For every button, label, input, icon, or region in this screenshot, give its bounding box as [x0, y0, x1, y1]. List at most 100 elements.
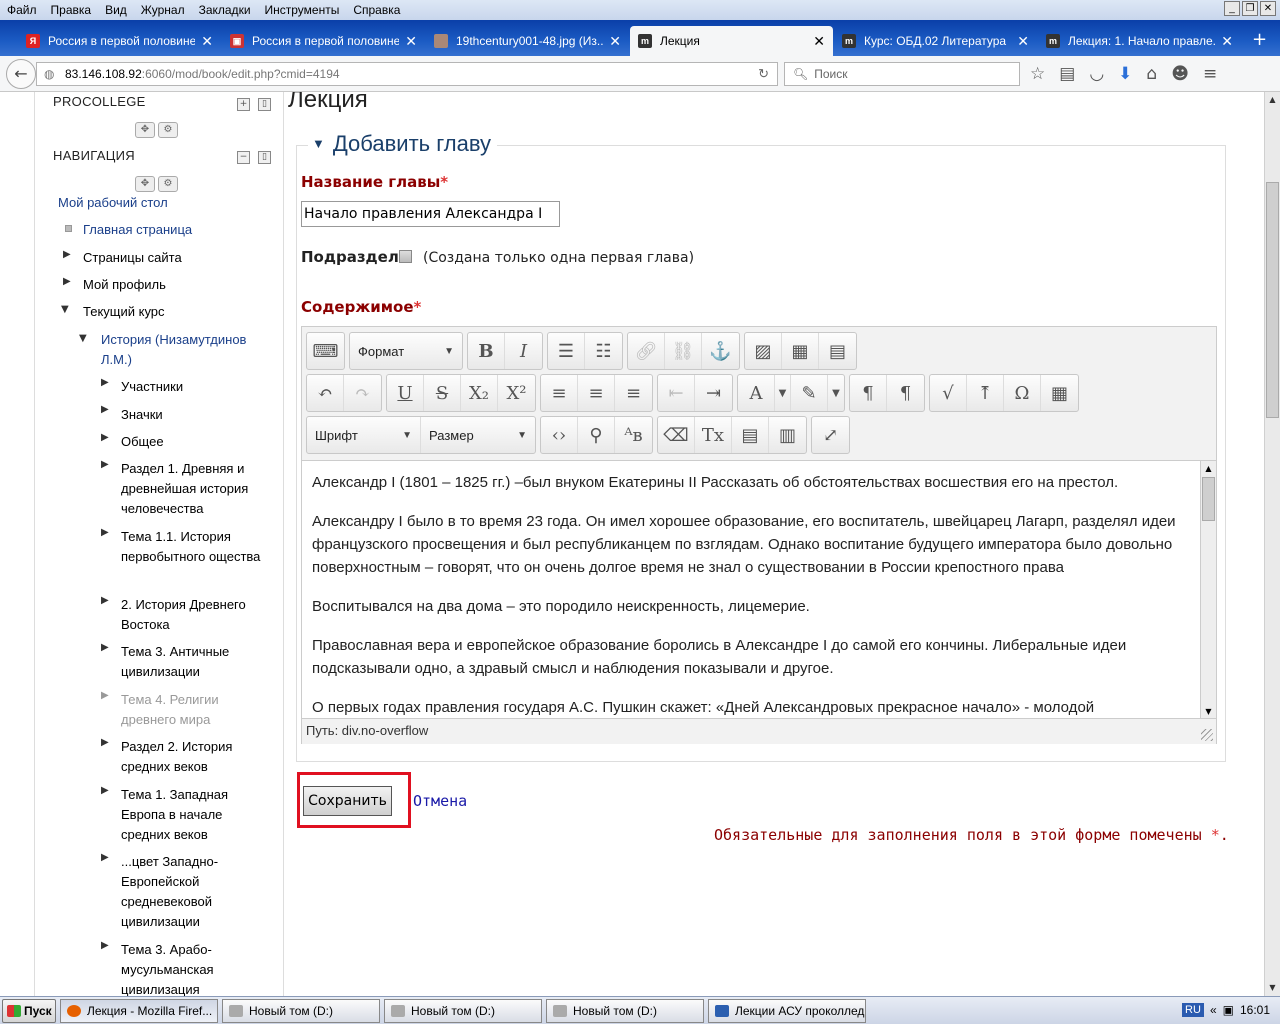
expand-triangle-icon[interactable]: ▶ [101, 377, 109, 388]
nav-item-topic-1-1[interactable]: Тема 1.1. История первобытного ощества [121, 527, 271, 567]
taskbar-item-word[interactable]: Лекции АСУ проколлед... [708, 998, 866, 1023]
editor-scrollbar[interactable]: ▲ ▼ [1200, 461, 1216, 718]
bookmark-star-icon[interactable]: ☆ [1030, 64, 1045, 84]
omega-icon[interactable]: Ω [1004, 375, 1041, 411]
font-select[interactable]: Шрифт ▼ [307, 417, 421, 453]
network-icon[interactable]: ▣ [1223, 1003, 1234, 1017]
expand-triangle-icon[interactable]: ▶ [101, 459, 109, 470]
replace-icon[interactable]: ᴬʙ [615, 417, 652, 453]
unlink-icon[interactable]: ⛓ [665, 333, 702, 369]
tray-expand-icon[interactable]: « [1210, 1003, 1217, 1017]
home-icon[interactable]: ⌂ [1146, 64, 1157, 84]
cancel-link[interactable]: Отмена [413, 792, 467, 810]
tab-image[interactable]: 19thcentury001-48.jpg (Из... ✕ [426, 26, 629, 56]
superscript-icon[interactable]: X² [498, 375, 535, 411]
taskbar-item-folder-3[interactable]: Новый том (D:) [546, 998, 704, 1023]
gear-icon[interactable]: ⚙ [158, 122, 178, 138]
scroll-thumb[interactable] [1266, 182, 1279, 418]
font-color-icon[interactable]: A [738, 375, 775, 411]
nav-item-topic-medieval[interactable]: ...цвет Западно-Европейской средневеково… [121, 852, 261, 932]
table-icon[interactable]: ▦ [1041, 375, 1078, 411]
media-icon[interactable]: ▦ [782, 333, 819, 369]
editor-text[interactable]: Александр I (1801 – 1825 гг.) –был внуко… [312, 471, 1192, 718]
start-button[interactable]: Пуск [2, 998, 56, 1023]
rtl-icon[interactable]: ¶ [887, 375, 924, 411]
background-color-icon[interactable]: ✎ [791, 375, 828, 411]
toolbar-toggle-icon[interactable]: ⌨ [307, 333, 344, 369]
expand-triangle-icon[interactable]: ▶ [101, 852, 109, 863]
nav-item-section-2[interactable]: Раздел 2. История средних веков [121, 737, 271, 777]
nav-item-general[interactable]: Общее [121, 432, 164, 452]
section-legend[interactable]: ▼ Добавить главу [308, 131, 498, 157]
tab-lecture[interactable]: m Лекция ✕ [630, 26, 833, 56]
nav-item-site-pages[interactable]: Страницы сайта [83, 248, 182, 268]
menu-file[interactable]: Файл [0, 3, 44, 17]
new-tab-icon[interactable]: + [1242, 29, 1277, 56]
move-icon[interactable]: ✥ [135, 122, 155, 138]
restore-button[interactable]: ❐ [1242, 1, 1258, 16]
scroll-down-icon[interactable]: ▼ [1265, 980, 1280, 996]
image-icon[interactable]: ▨ [745, 333, 782, 369]
gear-icon[interactable]: ⚙ [158, 176, 178, 192]
close-tab-icon[interactable]: ✕ [813, 33, 825, 50]
bullet-list-icon[interactable]: ☰ [548, 333, 585, 369]
menu-tools[interactable]: Инструменты [258, 3, 347, 17]
save-button[interactable]: Сохранить [303, 786, 392, 816]
reload-icon[interactable]: ↻ [758, 66, 769, 82]
nav-item-badges[interactable]: Значки [121, 405, 163, 425]
move-icon[interactable]: ✥ [135, 176, 155, 192]
pocket-icon[interactable]: ◡ [1089, 64, 1104, 84]
file-manager-icon[interactable]: ▤ [819, 333, 856, 369]
collapse-icon[interactable]: − [237, 151, 250, 164]
scroll-down-icon[interactable]: ▼ [1201, 704, 1216, 718]
menu-edit[interactable]: Правка [44, 3, 99, 17]
paste-text-icon[interactable]: ▤ [732, 417, 769, 453]
expand-triangle-icon[interactable]: ▶ [101, 737, 109, 748]
align-right-icon[interactable]: ≡ [615, 375, 652, 411]
nav-item-topic-west-europe[interactable]: Тема 1. Западная Европа в начале средних… [121, 785, 261, 845]
expand-triangle-icon[interactable]: ▶ [63, 249, 71, 260]
size-select[interactable]: Размер ▼ [421, 417, 535, 453]
expand-triangle-icon[interactable]: ▶ [101, 642, 109, 653]
indent-icon[interactable]: ⇥ [695, 375, 732, 411]
dock-icon[interactable]: ▯ [258, 151, 271, 164]
close-tab-icon[interactable]: ✕ [1221, 33, 1233, 50]
menu-bookmarks[interactable]: Закладки [192, 3, 258, 17]
close-tab-icon[interactable]: ✕ [1017, 33, 1029, 50]
clear-format-icon[interactable]: Tx [695, 417, 732, 453]
expand-triangle-icon[interactable]: ▶ [101, 690, 109, 701]
reading-list-icon[interactable]: ▤ [1059, 64, 1075, 84]
chevron-down-icon[interactable]: ▼ [775, 375, 791, 411]
tab-lecture-chapter[interactable]: m Лекция: 1. Начало правле... ✕ [1038, 26, 1241, 56]
italic-icon[interactable]: I [505, 333, 542, 369]
nav-item-topic-3[interactable]: Тема 3. Античные цивилизации [121, 642, 271, 682]
fullscreen-icon[interactable]: ⤢ [812, 417, 849, 453]
close-tab-icon[interactable]: ✕ [201, 33, 213, 50]
format-select[interactable]: Формат ▼ [350, 333, 462, 369]
bold-icon[interactable]: B [468, 333, 505, 369]
expand-triangle-icon[interactable]: ▶ [101, 785, 109, 796]
equation-icon[interactable]: √ [930, 375, 967, 411]
taskbar-item-folder-2[interactable]: Новый том (D:) [384, 998, 542, 1023]
hamburger-menu-icon[interactable]: ≡ [1203, 64, 1217, 84]
undo-icon[interactable]: ↶ [307, 375, 344, 411]
tab-course[interactable]: m Курс: ОБД.02 Литература ✕ [834, 26, 1037, 56]
nav-item-current-course[interactable]: Текущий курс [83, 302, 165, 322]
nav-item-topic-4[interactable]: Тема 4. Религии древнего мира [121, 690, 271, 730]
nav-item-section-1[interactable]: Раздел 1. Древняя и древнейшая история ч… [121, 459, 271, 519]
minimize-button[interactable]: _ [1224, 1, 1240, 16]
nav-item-course-history[interactable]: История (Низамутдинов Л.М.) [101, 330, 267, 370]
language-indicator[interactable]: RU [1182, 1003, 1204, 1017]
taskbar-item-firefox[interactable]: Лекция - Mozilla Firef... [60, 998, 218, 1023]
scroll-up-icon[interactable]: ▲ [1265, 92, 1280, 108]
chapter-title-input[interactable]: Начало правления Александра I [301, 201, 560, 227]
collapse-triangle-icon[interactable]: ▼ [79, 333, 87, 344]
expand-triangle-icon[interactable]: ▶ [101, 404, 109, 415]
nav-item-home[interactable]: Главная страница [83, 220, 192, 240]
expand-triangle-icon[interactable]: ▶ [63, 276, 71, 287]
tab-russia-2[interactable]: ▣ Россия в первой половине... ✕ [222, 26, 425, 56]
ltr-icon[interactable]: ¶ [850, 375, 887, 411]
back-button[interactable]: ← [6, 58, 36, 89]
subscript-icon[interactable]: X₂ [461, 375, 498, 411]
download-icon[interactable]: ⬇ [1118, 64, 1132, 84]
